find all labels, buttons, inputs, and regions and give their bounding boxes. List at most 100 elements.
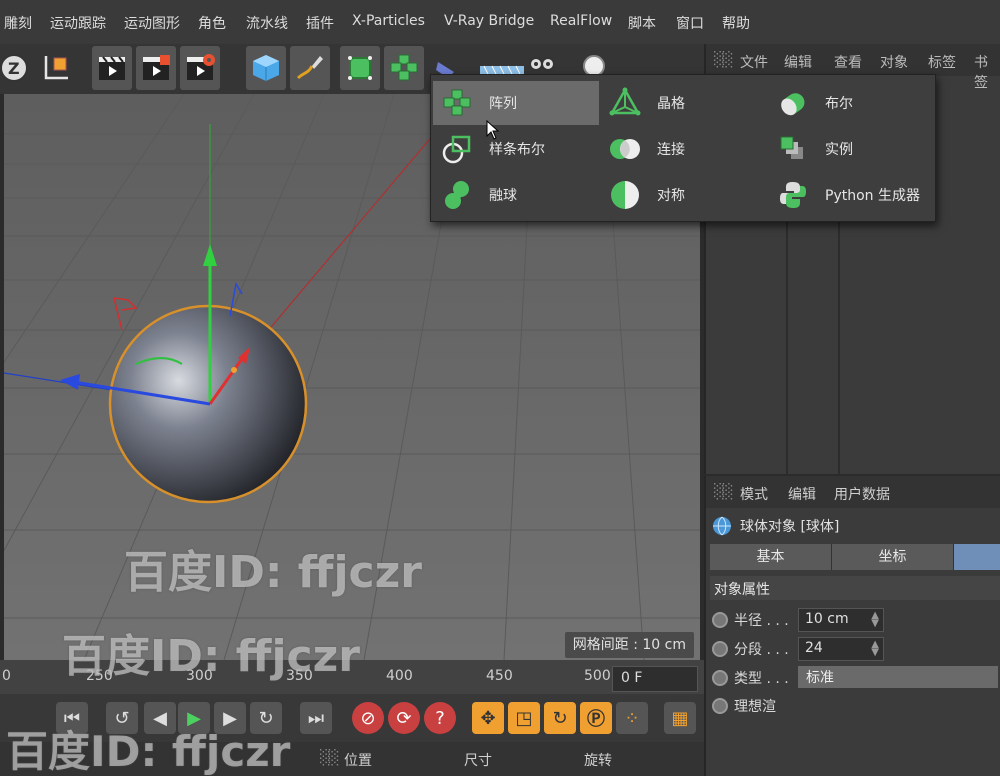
mouse-cursor-icon	[486, 120, 500, 140]
om-menu-file[interactable]: 文件	[740, 52, 768, 72]
autokey-button[interactable]: ⟳	[388, 702, 420, 734]
animate-radio[interactable]	[712, 641, 728, 657]
watermark: 百度ID: ffjczr	[124, 547, 422, 598]
timeline-button[interactable]: ▦	[664, 702, 696, 734]
menu-vray-bridge[interactable]: V-Ray Bridge	[444, 13, 534, 29]
menu-item-label: 融球	[489, 188, 517, 204]
menu-item-label: 连接	[657, 142, 685, 158]
boole-icon	[781, 93, 805, 116]
cube-button[interactable]	[246, 46, 286, 90]
menu-pipeline[interactable]: 流水线	[246, 13, 288, 33]
menu-item-python-generator[interactable]: Python 生成器	[769, 173, 935, 217]
segments-field[interactable]: 24 ▲ ▼	[798, 637, 884, 661]
om-menu-objects[interactable]: 对象	[880, 52, 908, 72]
animate-radio[interactable]	[712, 670, 728, 686]
render-picture-viewer-button[interactable]	[136, 46, 176, 90]
radius-field[interactable]: 10 cm ▲ ▼	[798, 608, 884, 632]
am-menu-mode[interactable]: 模式	[740, 484, 768, 504]
atom-array-icon	[609, 87, 641, 116]
coordinate-system-button[interactable]	[36, 46, 76, 90]
menu-item-symmetry[interactable]: 对称	[601, 173, 767, 217]
menu-item-atom-array[interactable]: 晶格	[601, 81, 767, 125]
tick-label: 500	[584, 668, 611, 684]
key-position-button[interactable]: ✥	[472, 702, 504, 734]
animate-radio[interactable]	[712, 612, 728, 628]
key-scale-button[interactable]: ◳	[508, 702, 540, 734]
pen-button[interactable]	[290, 46, 330, 90]
menu-x-particles[interactable]: X-Particles	[352, 13, 425, 29]
menu-item-boole[interactable]: 布尔	[769, 81, 935, 125]
menu-item-label: 对称	[657, 188, 685, 204]
menu-realflow[interactable]: RealFlow	[550, 13, 612, 29]
z-axis-button[interactable]: Z	[0, 46, 34, 90]
spinner-icon[interactable]: ▲ ▼	[871, 611, 879, 629]
prop-label: 类型 . . .	[734, 671, 789, 687]
segments-value: 24	[805, 640, 823, 656]
type-value: 标准	[806, 670, 834, 686]
array-button[interactable]	[384, 46, 424, 90]
menu-plugins[interactable]: 插件	[306, 13, 334, 33]
record-key-icon: ⊘	[360, 707, 376, 729]
watermark: 百度ID: ffjczr	[6, 727, 291, 776]
menu-mograph[interactable]: 运动图形	[124, 13, 180, 33]
scale-icon: ◳	[515, 707, 533, 729]
menu-window[interactable]: 窗口	[676, 13, 704, 33]
svg-text:Z: Z	[8, 59, 20, 78]
animate-radio[interactable]	[712, 698, 728, 714]
spline-mask-icon	[442, 135, 471, 164]
autokey-icon: ⟳	[396, 707, 412, 729]
key-point-level-button[interactable]: ⁘	[616, 702, 648, 734]
symmetry-icon	[611, 181, 639, 209]
tab-object[interactable]	[954, 544, 1000, 570]
attribute-manager: ░░ 模式 编辑 用户数据 球体对象 [球体] 基本 坐标 对象属性 半径 . …	[704, 476, 1000, 776]
menu-help[interactable]: 帮助	[722, 13, 750, 33]
coord-rotation-label: 旋转	[584, 753, 612, 769]
move-icon: ✥	[480, 707, 496, 729]
menu-item-metaball[interactable]: 融球	[433, 173, 599, 217]
help-icon: ?	[435, 707, 445, 729]
am-menu-edit[interactable]: 编辑	[788, 484, 816, 504]
coordinate-system-icon	[44, 56, 68, 80]
menu-item-array[interactable]: 阵列	[433, 81, 599, 125]
menu-motion-tracking[interactable]: 运动跟踪	[50, 13, 106, 33]
menu-item-connect[interactable]: 连接	[601, 127, 767, 171]
current-frame-field[interactable]: 0 F	[612, 666, 698, 692]
menu-item-label: 阵列	[489, 96, 517, 112]
om-menu-view[interactable]: 查看	[834, 52, 862, 72]
keyframe-selection-button[interactable]: ?	[424, 702, 456, 734]
tick-label: 0	[2, 668, 11, 684]
render-settings-button[interactable]	[180, 46, 220, 90]
menu-item-label: 晶格	[657, 96, 685, 112]
subdivision-button[interactable]	[340, 46, 380, 90]
om-menu-bookmarks[interactable]: 书签	[974, 52, 1000, 92]
tick-label: 400	[386, 668, 413, 684]
menu-item-instance[interactable]: 实例	[769, 127, 935, 171]
connect-icon	[610, 139, 640, 159]
menu-character[interactable]: 角色	[198, 13, 226, 33]
grip-icon: ░░	[714, 484, 733, 500]
coord-position-label: 位置	[344, 753, 372, 769]
om-menu-edit[interactable]: 编辑	[784, 52, 812, 72]
type-dropdown[interactable]: 标准	[798, 666, 998, 688]
menu-item-label: 布尔	[825, 96, 853, 112]
menu-item-spline-mask[interactable]: 样条布尔	[433, 127, 599, 171]
key-rotation-button[interactable]: ↻	[544, 702, 576, 734]
prop-label: 半径 . . .	[734, 613, 789, 629]
object-title-row: 球体对象 [球体]	[712, 516, 839, 536]
om-menu-tags[interactable]: 标签	[928, 52, 956, 72]
am-menu-userdata[interactable]: 用户数据	[834, 484, 890, 504]
z-axis-icon: Z	[0, 54, 28, 82]
spinner-icon[interactable]: ▲ ▼	[871, 640, 879, 658]
render-view-button[interactable]	[92, 46, 132, 90]
menu-item-label: 实例	[825, 142, 853, 158]
array-icon	[443, 89, 471, 116]
menu-sculpt[interactable]: 雕刻	[4, 13, 32, 33]
record-button[interactable]: ⊘	[352, 702, 384, 734]
tab-coord[interactable]: 坐标	[832, 544, 954, 570]
key-parameter-button[interactable]: Ⓟ	[580, 702, 612, 734]
tab-basic[interactable]: 基本	[710, 544, 832, 570]
menu-script[interactable]: 脚本	[628, 13, 656, 33]
sphere-icon	[713, 516, 731, 536]
go-to-end-icon: ⏭	[307, 707, 325, 729]
go-to-end-button[interactable]: ⏭	[300, 702, 332, 734]
